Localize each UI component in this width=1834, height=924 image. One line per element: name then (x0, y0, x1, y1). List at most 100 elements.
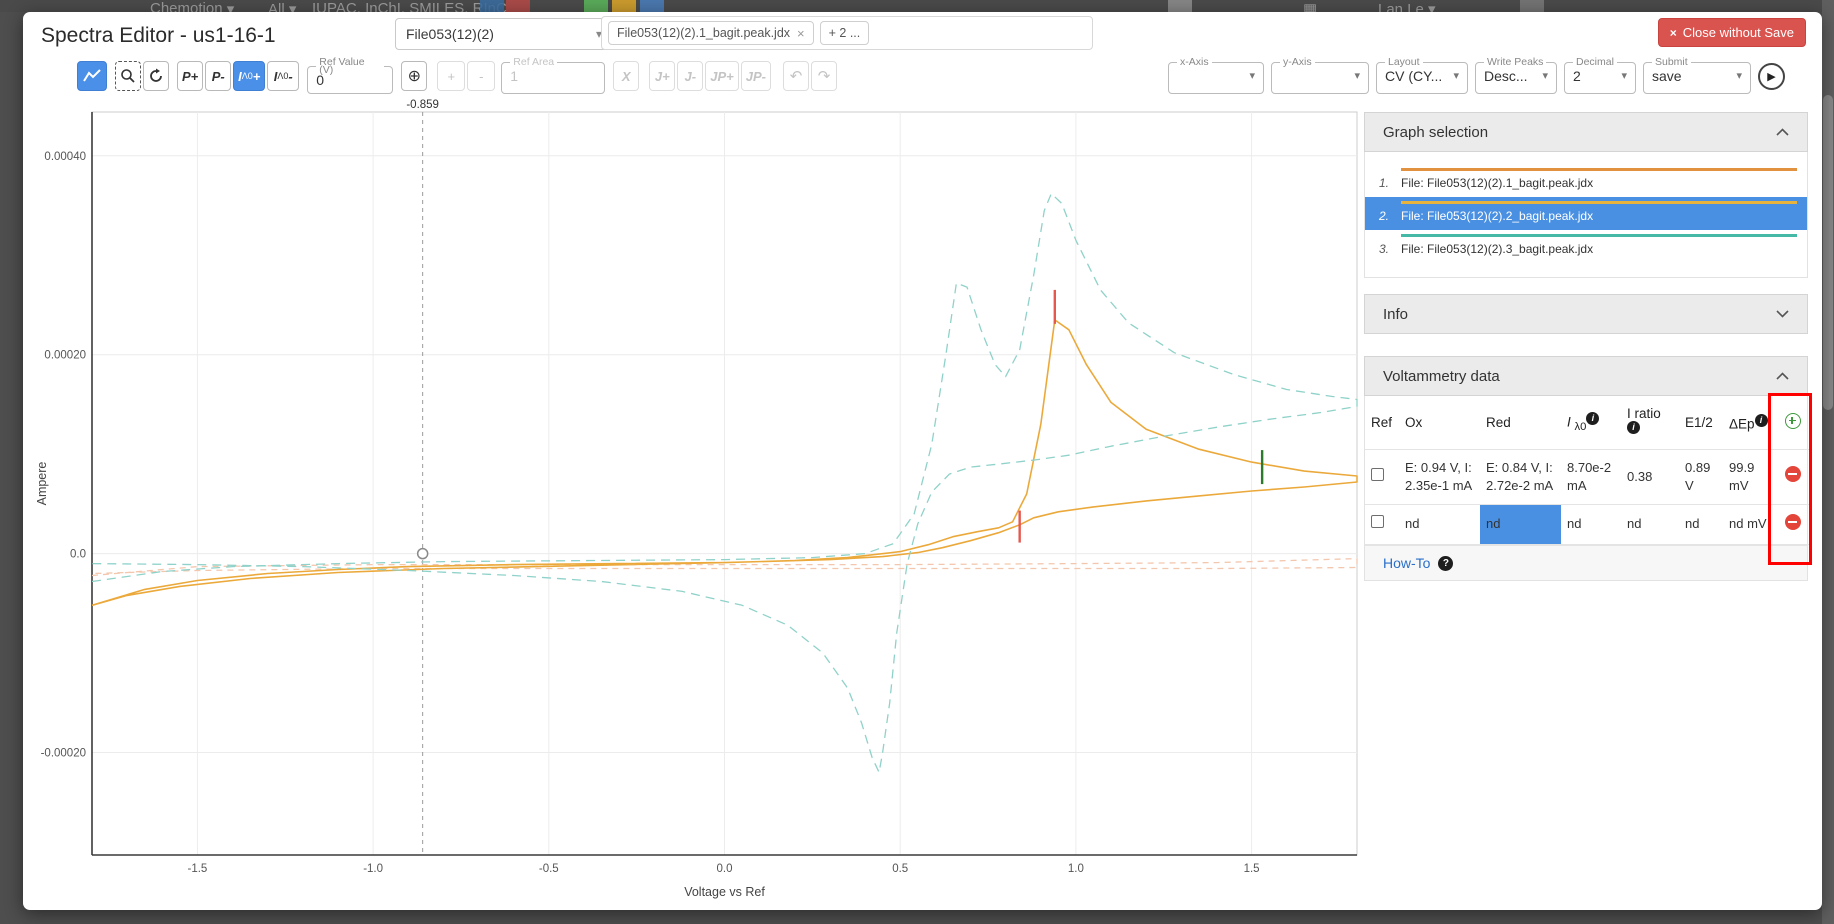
page-title: Spectra Editor - us1-16-1 (41, 24, 276, 48)
undo-icon: ↶ (790, 67, 803, 85)
col-delta-ep: ΔEpi (1723, 396, 1773, 449)
series-color-line (1401, 201, 1797, 204)
decrease-button[interactable]: - (467, 61, 495, 91)
chevron-down-icon: ▾ (1611, 69, 1627, 82)
info-icon[interactable]: i (1627, 421, 1640, 434)
howto-link[interactable]: How-To (1383, 555, 1430, 571)
svg-text:0.00020: 0.00020 (44, 350, 86, 362)
ref-area-field: Ref Area 1 (501, 58, 605, 94)
series-color-line (1401, 234, 1797, 237)
decimal-select[interactable]: Decimal 2 ▾ (1564, 58, 1636, 94)
edit-icon-button (480, 0, 504, 12)
jp-remove-button[interactable]: JP- (741, 61, 771, 91)
remove-row-icon[interactable] (1785, 466, 1801, 482)
zoom-select-button[interactable] (115, 61, 141, 91)
ref-checkbox[interactable] (1371, 468, 1384, 481)
redo-button[interactable]: ↷ (811, 61, 837, 91)
info-header[interactable]: Info (1364, 294, 1808, 334)
tab-spectrum-file[interactable]: File053(12)(2).1_bagit.peak.jdx × (608, 21, 814, 45)
layout-select[interactable]: Layout CV (CY... ▾ (1376, 58, 1468, 94)
table-header-row: Ref Ox Red I λ0i I ratio i E1/2 ΔEpi (1365, 396, 1809, 449)
add-row-icon[interactable] (1785, 413, 1801, 429)
ref-value-field[interactable]: Ref Value (V) 0 (307, 58, 393, 94)
graph-item-3[interactable]: 3. File: File053(12)(2).3_bagit.peak.jdx (1365, 230, 1807, 263)
red-cell[interactable]: E: 0.84 V, I: 2.72e-2 mA (1480, 449, 1561, 504)
chevron-down-icon: ▾ (1344, 69, 1360, 82)
jp-add-button[interactable]: JP+ (705, 61, 739, 91)
spectrum-select[interactable]: File053(12)(2) ▾ (395, 18, 613, 50)
info-icon[interactable]: i (1586, 412, 1599, 425)
remove-row-icon[interactable] (1785, 514, 1801, 530)
chevron-down-icon: ▾ (1726, 69, 1742, 82)
col-ref: Ref (1365, 396, 1399, 449)
chevron-up-icon (1776, 372, 1789, 380)
col-ox: Ox (1399, 396, 1480, 449)
ox-cell[interactable]: nd (1399, 504, 1480, 544)
graph-selection-list: 1. File: File053(12)(2).1_bagit.peak.jdx… (1364, 152, 1808, 278)
share-icon-button (640, 0, 664, 12)
chevron-down-icon: ▾ (1532, 69, 1548, 82)
i-lambda0-cell[interactable]: 8.70e-2 mA (1561, 449, 1621, 504)
set-ref-point-button[interactable]: ⊕ (401, 61, 427, 91)
background-user-menu: Lan Le ▾ (1378, 0, 1436, 12)
i-lambda0-cell[interactable]: nd (1561, 504, 1621, 544)
more-tabs-button[interactable]: + 2 ... (820, 21, 870, 45)
chevron-down-icon (1776, 310, 1789, 318)
spectra-tabs: File053(12)(2).1_bagit.peak.jdx × + 2 ..… (601, 16, 1093, 50)
i-ratio-cell: nd (1621, 504, 1679, 544)
collapse-icon-button (612, 0, 636, 12)
y-axis-select[interactable]: y-Axis ▾ (1271, 58, 1369, 94)
cv-chart[interactable]: 0.000400.000200.0-0.00020-1.5-1.0-0.50.0… (30, 95, 1360, 905)
target-icon: ⊕ (408, 66, 421, 86)
svg-text:Ampere: Ampere (35, 462, 49, 506)
voltammetry-header[interactable]: Voltammetry data (1364, 356, 1808, 396)
j-add-button[interactable]: J+ (649, 61, 675, 91)
reset-zoom-button[interactable] (143, 61, 169, 91)
ox-cell[interactable]: E: 0.94 V, I: 2.35e-1 mA (1399, 449, 1480, 504)
graph-item-1[interactable]: 1. File: File053(12)(2).1_bagit.peak.jdx (1365, 164, 1807, 197)
users-icon-button (1168, 0, 1192, 12)
i-lambda0-add-button[interactable]: IΛ0+ (233, 61, 265, 91)
help-icon[interactable]: ? (1438, 556, 1453, 571)
svg-text:0.5: 0.5 (892, 863, 908, 875)
svg-text:-1.0: -1.0 (363, 863, 383, 875)
info-icon[interactable]: i (1755, 414, 1768, 427)
svg-text:Voltage vs Ref: Voltage vs Ref (684, 885, 765, 899)
e-half-cell: 0.89 V (1679, 449, 1723, 504)
svg-text:1.0: 1.0 (1068, 863, 1084, 875)
chevron-down-icon: ▾ (1239, 69, 1255, 82)
red-cell-selected[interactable]: nd (1480, 504, 1561, 544)
e-half-cell: nd (1679, 504, 1723, 544)
svg-text:-0.00020: -0.00020 (41, 748, 86, 760)
graph-selection-header[interactable]: Graph selection (1364, 112, 1808, 152)
scrollbar-thumb[interactable] (1823, 95, 1833, 410)
ref-checkbox[interactable] (1371, 515, 1384, 528)
chevron-up-icon (1776, 128, 1789, 136)
ref-value-input[interactable]: 0 (316, 72, 324, 88)
close-without-save-button[interactable]: × Close without Save (1658, 18, 1806, 47)
calendar-icon: ▦ (1303, 0, 1317, 12)
graph-item-2[interactable]: 2. File: File053(12)(2).2_bagit.peak.jdx (1365, 197, 1807, 230)
i-lambda0-remove-button[interactable]: IΛ0- (267, 61, 299, 91)
x-axis-select[interactable]: x-Axis ▾ (1168, 58, 1264, 94)
spectrum-select-value: File053(12)(2) (406, 26, 494, 42)
close-icon: × (1670, 26, 1677, 40)
peak-add-button[interactable]: P+ (177, 61, 203, 91)
line-chart-toggle-button[interactable] (77, 61, 107, 91)
j-remove-button[interactable]: J- (677, 61, 703, 91)
close-tab-icon[interactable]: × (797, 26, 805, 41)
submit-select[interactable]: Submit save ▾ (1643, 58, 1751, 94)
clear-button[interactable]: X (613, 61, 639, 91)
hamburger-icon (52, 0, 70, 12)
peak-remove-button[interactable]: P- (205, 61, 231, 91)
submit-run-button[interactable]: ▶ (1758, 63, 1785, 90)
increase-button[interactable]: + (437, 61, 465, 91)
col-red: Red (1480, 396, 1561, 449)
series-color-line (1401, 168, 1797, 171)
svg-text:-1.5: -1.5 (188, 863, 208, 875)
undo-button[interactable]: ↶ (783, 61, 809, 91)
voltammetry-table-card: Ref Ox Red I λ0i I ratio i E1/2 ΔEpi E: … (1364, 396, 1808, 581)
page-scrollbar[interactable] (1822, 0, 1834, 924)
background-brand: Chemotion ▾ (150, 0, 234, 12)
write-peaks-select[interactable]: Write Peaks Desc... ▾ (1475, 58, 1557, 94)
